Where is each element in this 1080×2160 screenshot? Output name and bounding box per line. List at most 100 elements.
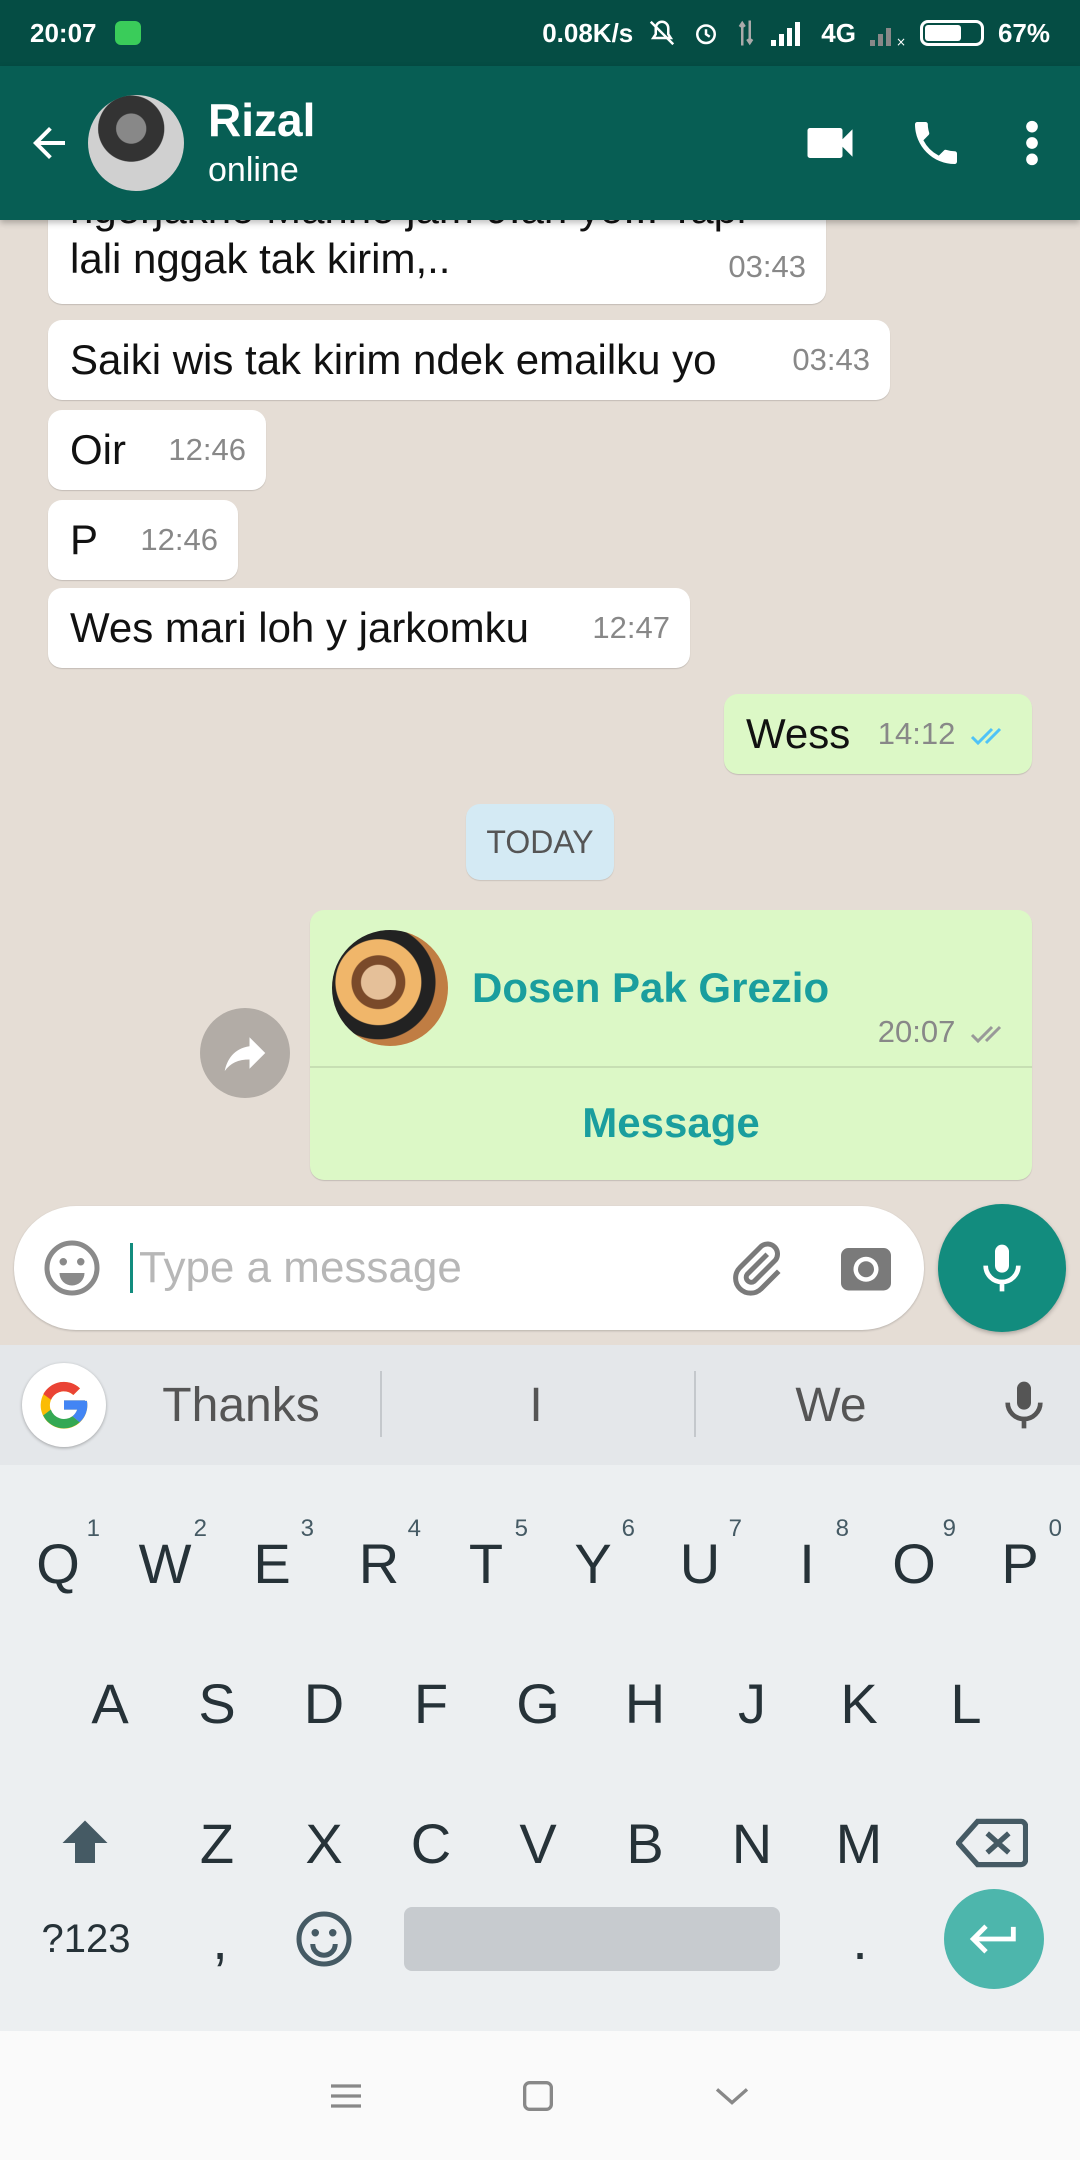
message-incoming[interactable]: ngerjakno Marine jam 9.an yo... Tapi lal…: [48, 220, 826, 304]
key-hint: 5: [514, 1515, 528, 1542]
key-q[interactable]: Q1: [8, 1503, 108, 1623]
emoji-key[interactable]: [274, 1879, 374, 1999]
key-hint: 6: [621, 1515, 635, 1542]
backspace-key[interactable]: [942, 1783, 1042, 1903]
key-label: Q: [36, 1531, 80, 1595]
message-incoming[interactable]: Wes mari loh y jarkomku 12:47: [48, 588, 690, 668]
key-u[interactable]: U7: [650, 1503, 750, 1623]
contact-avatar[interactable]: [88, 95, 184, 191]
space-bar[interactable]: [404, 1907, 780, 1971]
key-d[interactable]: D: [274, 1643, 374, 1763]
message-time: 12:46: [140, 522, 218, 557]
period-key[interactable]: .: [810, 1879, 910, 1999]
suggestion-divider: [380, 1371, 382, 1437]
key-j[interactable]: J: [702, 1643, 802, 1763]
attach-icon[interactable]: [726, 1238, 786, 1298]
key-v[interactable]: V: [488, 1783, 588, 1903]
contact-info[interactable]: Rizal online: [208, 93, 315, 193]
chat-area[interactable]: ngerjakno Marine jam 9.an yo... Tapi lal…: [0, 220, 1080, 1345]
message-incoming[interactable]: Oir 12:46: [48, 410, 266, 490]
key-hint: 2: [193, 1515, 207, 1542]
message-time-text: 20:07: [877, 1014, 956, 1049]
emoji-icon[interactable]: [42, 1238, 102, 1298]
message-incoming[interactable]: Saiki wis tak kirim ndek emailku yo 03:4…: [48, 320, 890, 400]
google-logo-icon[interactable]: [22, 1363, 106, 1447]
shared-contact-card[interactable]: Dosen Pak Grezio 20:07 Message: [310, 910, 1032, 1180]
message-text: ngerjakno Marine jam 9.an yo... Tapi lal…: [70, 220, 746, 282]
key-g[interactable]: G: [488, 1643, 588, 1763]
key-hint: 4: [407, 1515, 421, 1542]
symbols-key[interactable]: ?123: [24, 1879, 148, 1999]
menu-nav-icon[interactable]: [326, 2076, 366, 2116]
key-hint: 9: [942, 1515, 956, 1542]
message-incoming[interactable]: P 12:46: [48, 500, 238, 580]
key-f[interactable]: F: [381, 1643, 481, 1763]
key-r[interactable]: R4: [329, 1503, 429, 1623]
key-h[interactable]: H: [595, 1643, 695, 1763]
key-label: R: [358, 1531, 400, 1595]
message-input[interactable]: [130, 1243, 670, 1293]
mute-icon: [650, 20, 675, 46]
more-vert-icon[interactable]: [1012, 115, 1052, 171]
message-time: 03:43: [792, 342, 870, 377]
key-e[interactable]: E3: [222, 1503, 322, 1623]
forward-button[interactable]: [200, 1008, 290, 1098]
comma-key[interactable]: ,: [170, 1879, 270, 1999]
suggestion-item[interactable]: We: [720, 1345, 942, 1465]
video-call-icon[interactable]: [800, 113, 860, 173]
shift-icon: [62, 1820, 108, 1863]
suggestion-strip: Thanks I We: [0, 1345, 1080, 1465]
key-n[interactable]: N: [702, 1783, 802, 1903]
key-a[interactable]: A: [60, 1643, 160, 1763]
back-nav-icon[interactable]: [710, 2076, 754, 2116]
emoji-icon: [296, 1911, 352, 1967]
key-hint: 1: [86, 1515, 100, 1542]
message-time: 20:07: [878, 1014, 1012, 1050]
delivered-ticks-icon: [970, 1025, 1002, 1043]
battery-icon: [919, 20, 984, 46]
key-label: T: [468, 1531, 504, 1595]
home-nav-icon[interactable]: [518, 2076, 558, 2116]
key-w[interactable]: W2: [115, 1503, 215, 1623]
key-l[interactable]: L: [916, 1643, 1016, 1763]
key-k[interactable]: K: [809, 1643, 909, 1763]
enter-key[interactable]: [944, 1889, 1044, 1989]
status-time: 20:07: [30, 17, 97, 48]
message-contact-button[interactable]: Message: [310, 1068, 1032, 1178]
message-time: 12:46: [168, 432, 246, 467]
key-b[interactable]: B: [595, 1783, 695, 1903]
chat-header: Rizal online: [0, 66, 1080, 220]
key-o[interactable]: O9: [864, 1503, 964, 1623]
contact-status: online: [208, 151, 299, 189]
message-time: 14:12: [878, 706, 1012, 762]
key-label: O: [892, 1531, 936, 1595]
google-g-icon: [40, 1381, 88, 1429]
key-t[interactable]: T5: [436, 1503, 536, 1623]
key-label: I: [799, 1531, 815, 1595]
camera-icon[interactable]: [836, 1238, 896, 1298]
voice-call-icon[interactable]: [908, 115, 964, 171]
suggestion-item[interactable]: I: [420, 1345, 652, 1465]
key-hint: 3: [300, 1515, 314, 1542]
key-y[interactable]: Y6: [543, 1503, 643, 1623]
voice-record-button[interactable]: [938, 1204, 1066, 1332]
net-speed: 0.08K/s: [542, 17, 634, 48]
key-i[interactable]: I8: [757, 1503, 857, 1623]
voice-input-icon[interactable]: [996, 1377, 1052, 1433]
key-label: E: [253, 1531, 291, 1595]
key-p[interactable]: P0: [970, 1503, 1070, 1623]
message-compose-bar: [14, 1206, 924, 1330]
key-label: U: [679, 1531, 721, 1595]
keyboard-keys: Q1 W2 E3 R4 T5 Y6 U7 I8 O9 P0 A S D F G …: [0, 1465, 1080, 2031]
shared-contact-header[interactable]: Dosen Pak Grezio 20:07: [310, 910, 1032, 1068]
back-button[interactable]: [14, 108, 84, 178]
battery-percent: 67%: [997, 17, 1050, 48]
message-outgoing[interactable]: Wess 14:12: [724, 694, 1032, 774]
key-s[interactable]: S: [167, 1643, 267, 1763]
system-nav-bar: [0, 2031, 1080, 2160]
network-type: 4G: [821, 17, 856, 48]
suggestion-item[interactable]: Thanks: [130, 1345, 352, 1465]
key-label: P: [1001, 1531, 1039, 1595]
key-c[interactable]: C: [381, 1783, 481, 1903]
message-text: Wess: [746, 710, 851, 757]
